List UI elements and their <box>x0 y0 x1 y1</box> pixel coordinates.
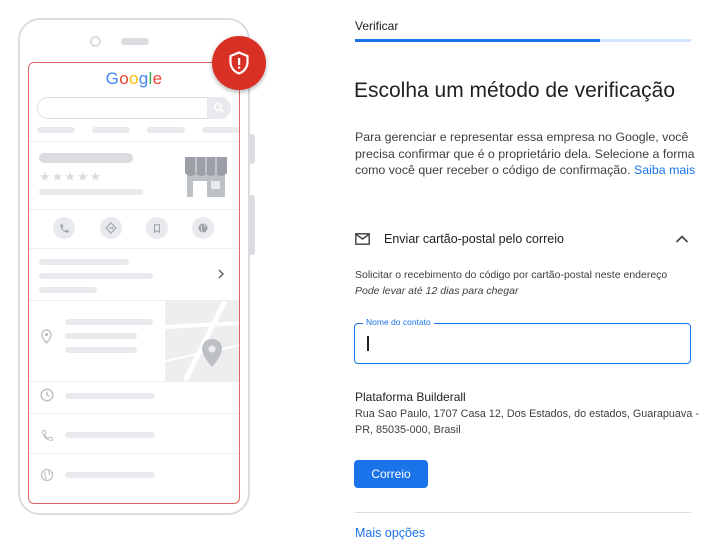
phone-side-button <box>250 195 255 255</box>
placeholder-bar <box>92 127 130 133</box>
illustration-search-bar <box>37 96 231 119</box>
method-request-text: Solicitar o recebimento do código por ca… <box>355 269 668 281</box>
placeholder-bar <box>39 273 153 279</box>
phone-screen: Google ★★★★★ <box>28 62 240 504</box>
logo-letter: G <box>105 69 120 88</box>
chevron-up-icon[interactable] <box>675 230 689 253</box>
divider <box>29 248 239 249</box>
phone-camera <box>90 36 101 47</box>
placeholder-bar <box>65 432 155 438</box>
globe-icon <box>39 467 55 483</box>
placeholder-bar <box>39 153 133 163</box>
method-header[interactable]: Enviar cartão-postal pelo correio <box>355 230 691 250</box>
phone-icon <box>53 217 75 239</box>
description: Para gerenciar e representar essa empres… <box>355 129 700 179</box>
submit-mail-button[interactable]: Correio <box>354 460 428 488</box>
google-logo: Google <box>29 69 239 89</box>
contact-name-input[interactable] <box>366 334 666 352</box>
location-pin-icon <box>39 328 53 344</box>
placeholder-bar <box>147 127 185 133</box>
more-options-link[interactable]: Mais opções <box>355 526 425 540</box>
clock-icon <box>39 387 55 403</box>
divider <box>29 381 239 382</box>
page-title: Escolha um método de verificação <box>354 79 675 102</box>
directions-icon <box>100 217 122 239</box>
map-thumbnail <box>165 301 239 381</box>
divider <box>29 453 239 454</box>
chevron-right-icon <box>215 268 227 280</box>
placeholder-bar <box>202 127 239 133</box>
phone-side-button <box>250 134 255 164</box>
placeholder-bar <box>37 127 75 133</box>
phone-icon <box>39 427 55 443</box>
logo-letter: o <box>119 69 129 88</box>
logo-letter: o <box>128 69 139 88</box>
business-address: Rua Sao Paulo, 1707 Casa 12, Dos Estados… <box>355 408 699 436</box>
divider <box>29 209 239 210</box>
contact-name-label: Nome do contato <box>363 317 434 327</box>
search-icon <box>207 96 231 119</box>
placeholder-bar <box>65 319 153 325</box>
placeholder-bar <box>65 472 155 478</box>
contact-name-field[interactable]: Nome do contato <box>354 317 691 364</box>
placeholder-bar <box>39 259 129 265</box>
method-eta-text: Pode levar até 12 dias para chegar <box>355 285 519 297</box>
business-name: Plataforma Builderall <box>355 390 466 404</box>
bookmark-icon <box>146 217 168 239</box>
divider <box>355 512 691 513</box>
divider <box>29 413 239 414</box>
placeholder-bar <box>65 333 137 339</box>
progress-fill <box>355 39 601 42</box>
divider <box>29 141 239 142</box>
logo-letter: e <box>152 69 163 88</box>
progress-bar <box>355 39 691 42</box>
placeholder-bar <box>65 393 155 399</box>
placeholder-bar <box>39 189 143 195</box>
learn-more-link[interactable]: Saiba mais <box>634 163 695 177</box>
rating-stars: ★★★★★ <box>39 169 103 184</box>
globe-icon <box>192 217 214 239</box>
storefront-icon <box>181 153 231 199</box>
step-label: Verificar <box>355 19 399 33</box>
placeholder-bar <box>39 287 97 293</box>
phone-speaker <box>121 38 149 45</box>
method-label: Enviar cartão-postal pelo correio <box>384 232 564 246</box>
placeholder-bar <box>65 347 137 353</box>
mail-icon <box>355 232 370 250</box>
shield-alert-icon <box>212 36 266 90</box>
